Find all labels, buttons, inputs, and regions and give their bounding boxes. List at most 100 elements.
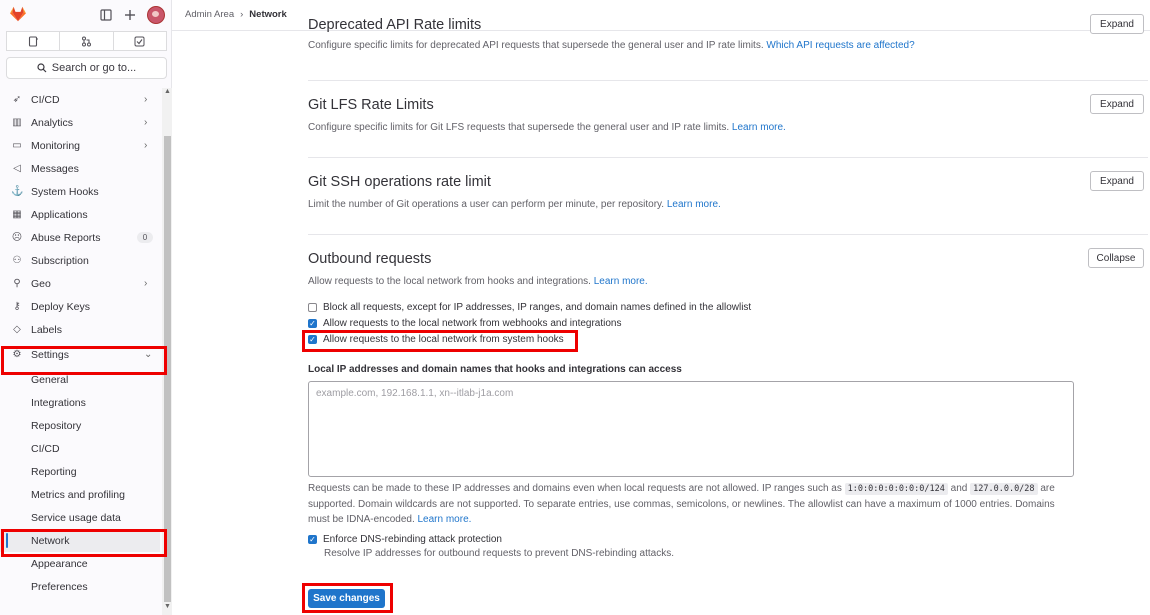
gear-icon: ⚙ (12, 349, 22, 360)
collapse-button[interactable]: Collapse (1088, 248, 1144, 268)
avatar[interactable] (147, 6, 165, 24)
gitlab-logo-icon[interactable] (9, 6, 27, 22)
sidebar-subitem-general[interactable]: General (0, 368, 160, 391)
monitor-icon: ▭ (12, 140, 22, 151)
allow-webhooks-checkbox-row[interactable]: ✓ Allow requests to the local network fr… (308, 318, 622, 329)
label-icon: ◇ (13, 324, 21, 335)
merge-requests-button[interactable] (60, 31, 114, 51)
key-icon: ⚷ (13, 301, 21, 312)
sidebar-item-monitoring[interactable]: ▭ Monitoring › (0, 134, 160, 157)
allowlist-help-text: Requests can be made to these IP address… (308, 483, 1055, 525)
sidebar-subitem-preferences[interactable]: Preferences (0, 575, 160, 598)
allow-system-hooks-checkbox-row[interactable]: ✓ Allow requests to the local network fr… (308, 334, 564, 345)
section-title: Outbound requests (308, 251, 432, 267)
code-ipv4-range: 127.0.0.0/28 (970, 483, 1038, 495)
section-title: Deprecated API Rate limits (308, 17, 482, 33)
breadcrumb-admin-area[interactable]: Admin Area (185, 9, 234, 20)
todos-button[interactable] (113, 31, 167, 51)
sidebar-item-messages[interactable]: ◁ Messages (0, 157, 160, 180)
sidebar: Search or go to... ➶ CI/CD › ▥ Analytics… (0, 0, 172, 615)
section-git-ssh: Git SSH operations rate limit Limit the … (308, 171, 1148, 210)
license-icon: ⚇ (12, 255, 22, 266)
dns-rebinding-checkbox-row[interactable]: ✓ Enforce DNS-rebinding attack protectio… (308, 534, 502, 545)
learn-more-link[interactable]: Learn more. (418, 514, 472, 525)
issues-icon (28, 35, 38, 47)
scroll-up-icon[interactable]: ▲ (164, 88, 171, 95)
code-ipv6-range: 1:0:0:0:0:0:0:0/124 (844, 483, 948, 495)
learn-more-link[interactable]: Learn more. (732, 122, 786, 133)
local-ip-textarea[interactable]: example.com, 192.168.1.1, xn--itlab-j1a.… (308, 381, 1074, 477)
flag-icon: ☹ (11, 232, 23, 243)
sidebar-item-subscription[interactable]: ⚇ Subscription (0, 249, 160, 272)
section-description: Limit the number of Git operations a use… (308, 199, 721, 210)
section-outbound-requests: Outbound requests Allow requests to the … (308, 248, 1148, 287)
anchor-icon: ⚓ (11, 186, 24, 197)
megaphone-icon: ◁ (13, 163, 21, 174)
expand-button[interactable]: Expand (1090, 14, 1144, 34)
chevron-down-icon: ⌄ (144, 349, 153, 360)
chart-icon: ▥ (12, 117, 22, 128)
breadcrumb-network[interactable]: Network (249, 9, 286, 20)
sidebar-item-labels[interactable]: ◇ Labels (0, 318, 160, 341)
checkbox[interactable] (308, 303, 317, 312)
chevron-right-icon: › (144, 117, 148, 128)
todo-icon (134, 36, 145, 46)
checkbox-checked-icon[interactable]: ✓ (308, 319, 317, 328)
section-description: Configure specific limits for Git LFS re… (308, 122, 786, 133)
checkbox-checked-icon[interactable]: ✓ (308, 335, 317, 344)
section-git-lfs: Git LFS Rate Limits Configure specific l… (308, 94, 1148, 133)
chevron-right-icon: › (144, 278, 148, 289)
divider (308, 80, 1148, 81)
issues-button[interactable] (6, 31, 61, 51)
scrollbar-thumb[interactable] (164, 136, 171, 602)
sidebar-item-applications[interactable]: ▦ Applications (0, 203, 160, 226)
quick-actions (6, 31, 167, 51)
sidebar-item-analytics[interactable]: ▥ Analytics › (0, 111, 160, 134)
sidebar-subitem-service-usage[interactable]: Service usage data (0, 506, 160, 529)
sidebar-subitem-reporting[interactable]: Reporting (0, 460, 160, 483)
count-badge: 0 (137, 232, 153, 243)
sidebar-item-cicd[interactable]: ➶ CI/CD › (0, 88, 160, 111)
api-requests-link[interactable]: Which API requests are affected? (766, 40, 914, 51)
rocket-icon: ➶ (12, 94, 22, 105)
sidebar-item-geo[interactable]: ⚲ Geo › (0, 272, 160, 295)
breadcrumb: Admin Area › Network (185, 9, 287, 20)
chevron-right-icon: › (144, 94, 148, 105)
merge-request-icon (81, 36, 91, 46)
sidebar-subitem-appearance[interactable]: Appearance (0, 552, 160, 575)
grid-icon: ▦ (12, 209, 22, 220)
sidebar-header (0, 0, 171, 30)
section-title: Git LFS Rate Limits (308, 97, 434, 113)
admin-nav: ➶ CI/CD › ▥ Analytics › ▭ Monitoring › ◁… (0, 88, 160, 598)
sidebar-subitem-repository[interactable]: Repository (0, 414, 160, 437)
learn-more-link[interactable]: Learn more. (594, 276, 648, 287)
plus-icon[interactable] (123, 8, 137, 22)
section-title: Git SSH operations rate limit (308, 174, 491, 190)
scroll-down-icon[interactable]: ▼ (164, 603, 171, 610)
expand-button[interactable]: Expand (1090, 171, 1144, 191)
search-button[interactable]: Search or go to... (6, 57, 167, 79)
sidebar-scrollbar[interactable]: ▲ ▼ (162, 88, 172, 615)
sidebar-subitem-network[interactable]: Network (0, 529, 160, 552)
learn-more-link[interactable]: Learn more. (667, 199, 721, 210)
sidebar-subitem-cicd[interactable]: CI/CD (0, 437, 160, 460)
section-description: Allow requests to the local network from… (308, 276, 648, 287)
search-label: Search or go to... (51, 62, 137, 74)
block-all-requests-checkbox-row[interactable]: Block all requests, except for IP addres… (308, 302, 751, 313)
section-deprecated-api: Deprecated API Rate limits Configure spe… (308, 14, 1148, 51)
save-changes-button[interactable]: Save changes (308, 589, 385, 608)
sidebar-item-deploy-keys[interactable]: ⚷ Deploy Keys (0, 295, 160, 318)
sidebar-subitem-metrics[interactable]: Metrics and profiling (0, 483, 160, 506)
local-ip-label: Local IP addresses and domain names that… (308, 364, 682, 375)
expand-button[interactable]: Expand (1090, 94, 1144, 114)
sidebar-toggle-icon[interactable] (99, 8, 113, 22)
sidebar-subitem-integrations[interactable]: Integrations (0, 391, 160, 414)
location-icon: ⚲ (13, 278, 21, 289)
checkbox-checked-icon[interactable]: ✓ (308, 535, 317, 544)
sidebar-item-abuse-reports[interactable]: ☹ Abuse Reports 0 (0, 226, 160, 249)
breadcrumb-separator-icon: › (240, 9, 244, 20)
sidebar-item-settings[interactable]: ⚙ Settings ⌄ (0, 341, 160, 368)
sidebar-item-system-hooks[interactable]: ⚓ System Hooks (0, 180, 160, 203)
section-description: Configure specific limits for deprecated… (308, 40, 915, 51)
dns-rebinding-help: Resolve IP addresses for outbound reques… (324, 548, 675, 559)
